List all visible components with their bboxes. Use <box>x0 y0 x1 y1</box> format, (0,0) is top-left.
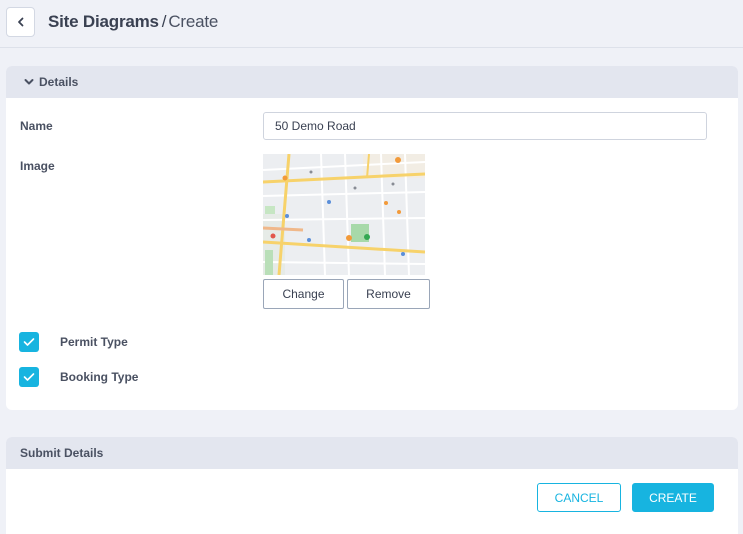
page-header: Site Diagrams / Create <box>0 0 743 48</box>
change-image-button[interactable]: Change <box>263 279 344 309</box>
details-title: Details <box>39 75 79 89</box>
submit-section: Submit Details CANCEL CREATE <box>6 437 738 534</box>
permit-type-label: Permit Type <box>60 335 128 349</box>
submit-title: Submit Details <box>20 446 104 460</box>
cancel-button[interactable]: CANCEL <box>537 483 621 512</box>
booking-type-checkbox[interactable] <box>19 367 39 387</box>
checkmark-icon <box>23 338 35 346</box>
breadcrumb-parent[interactable]: Site Diagrams <box>48 12 159 31</box>
breadcrumb: Site Diagrams / Create <box>48 11 218 33</box>
name-label: Name <box>20 119 53 133</box>
submit-header: Submit Details <box>6 437 738 469</box>
booking-type-label: Booking Type <box>60 370 139 384</box>
details-section: Details Name Image <box>6 66 738 410</box>
remove-image-button[interactable]: Remove <box>347 279 430 309</box>
image-label: Image <box>20 159 55 173</box>
permit-type-checkbox[interactable] <box>19 332 39 352</box>
name-input[interactable] <box>263 112 707 140</box>
details-header[interactable]: Details <box>6 66 738 98</box>
breadcrumb-separator: / <box>161 12 167 31</box>
breadcrumb-current: Create <box>168 12 219 31</box>
back-button[interactable] <box>6 7 35 37</box>
create-button[interactable]: CREATE <box>632 483 714 512</box>
chevron-down-icon <box>24 78 34 86</box>
checkmark-icon <box>23 373 35 381</box>
booking-type-row: Booking Type <box>19 367 138 387</box>
chevron-left-icon <box>17 17 23 27</box>
permit-type-row: Permit Type <box>19 332 128 352</box>
map-image <box>263 154 425 275</box>
